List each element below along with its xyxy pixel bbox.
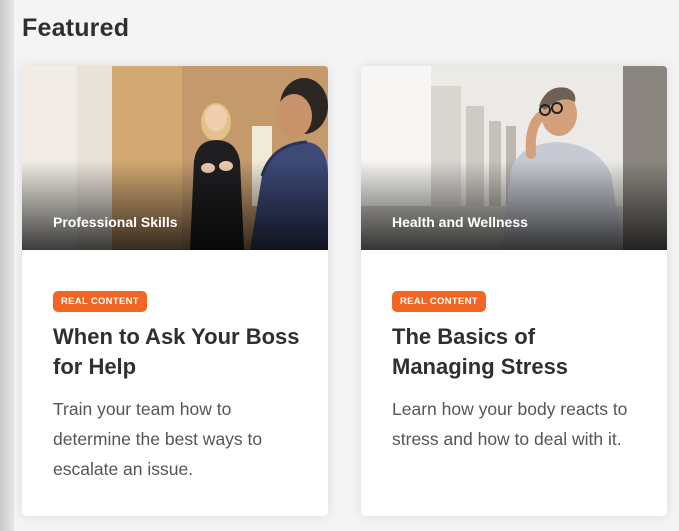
card-title[interactable]: The Basics of Managing Stress — [392, 322, 642, 382]
card-description: Train your team how to determine the bes… — [53, 399, 263, 479]
card-description: Learn how your body reacts to stress and… — [392, 399, 628, 449]
section-title: Featured — [22, 14, 130, 42]
content-type-badge: REAL CONTENT — [53, 291, 147, 312]
card-image[interactable]: Health and Wellness — [361, 66, 667, 250]
featured-card-professional-skills[interactable]: Professional Skills REAL CONTENT When to… — [22, 66, 328, 516]
content-type-badge: REAL CONTENT — [392, 291, 486, 312]
card-category-label[interactable]: Health and Wellness — [392, 214, 528, 230]
image-gradient-overlay — [361, 160, 667, 250]
card-category-label[interactable]: Professional Skills — [53, 214, 178, 230]
featured-card-health-wellness[interactable]: Health and Wellness REAL CONTENT The Bas… — [361, 66, 667, 516]
card-image[interactable]: Professional Skills — [22, 66, 328, 250]
card-title[interactable]: When to Ask Your Boss for Help — [53, 322, 303, 382]
page-edge-shadow — [0, 0, 14, 531]
image-gradient-overlay — [22, 160, 328, 250]
